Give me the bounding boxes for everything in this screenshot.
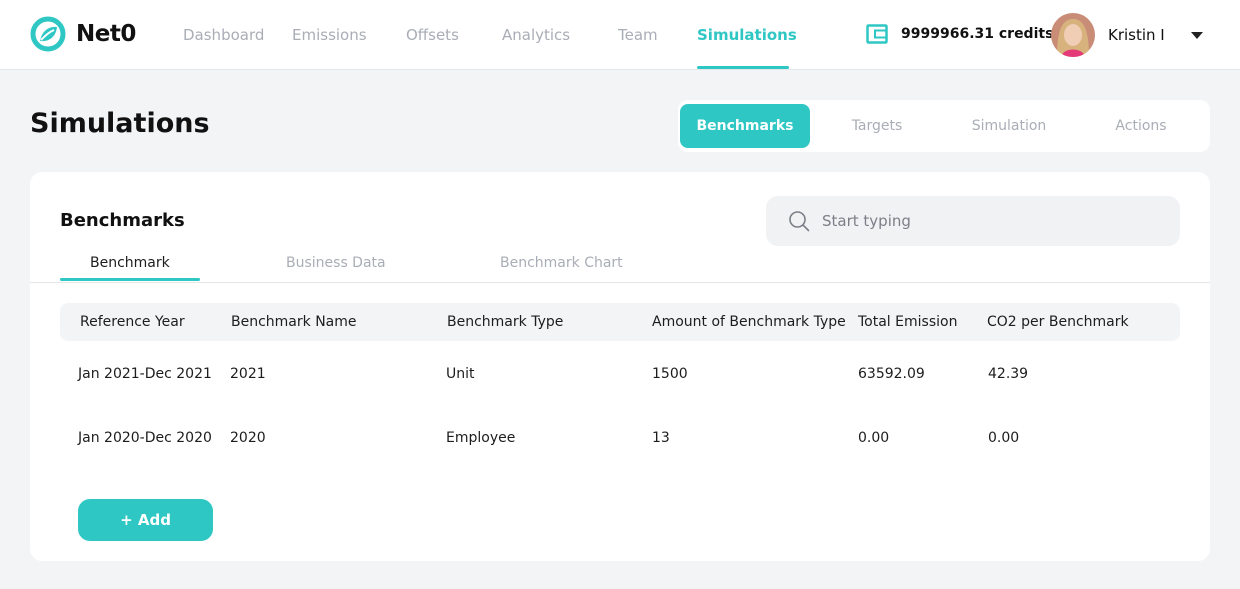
wallet-icon — [866, 24, 888, 44]
brand-name: Net0 — [76, 21, 136, 47]
divider — [30, 282, 1210, 283]
page-title: Simulations — [30, 108, 210, 139]
search-icon — [789, 211, 810, 232]
net0-logo-icon — [30, 16, 66, 52]
top-navbar: Net0 Dashboard Emissions Offsets Analyti… — [0, 0, 1240, 70]
search-input[interactable] — [822, 196, 1162, 246]
logo[interactable]: Net0 — [30, 16, 136, 52]
credits-balance: 9999966.31 credits — [901, 26, 1054, 42]
tab-actions[interactable]: Actions — [1076, 104, 1206, 148]
sub-tab-active-indicator — [60, 278, 200, 281]
cell-benchmark-type: Unit — [446, 366, 475, 382]
tab-simulation[interactable]: Simulation — [944, 104, 1074, 148]
cell-amount: 1500 — [652, 366, 688, 382]
sub-tab-business-data[interactable]: Business Data — [286, 255, 386, 271]
nav-simulations[interactable]: Simulations — [697, 26, 797, 44]
cell-reference-year: Jan 2020-Dec 2020 — [78, 430, 212, 446]
nav-analytics[interactable]: Analytics — [502, 26, 570, 44]
benchmarks-card: Benchmarks Benchmark Business Data Bench… — [30, 172, 1210, 561]
nav-active-indicator — [697, 66, 789, 69]
cell-benchmark-type: Employee — [446, 430, 516, 446]
cell-co2-per-benchmark: 42.39 — [988, 366, 1029, 382]
add-benchmark-button[interactable]: + Add — [78, 499, 213, 541]
nav-emissions[interactable]: Emissions — [292, 26, 367, 44]
search-box[interactable] — [766, 196, 1180, 246]
section-tabs: Benchmarks Targets Simulation Actions — [678, 100, 1210, 152]
table-row[interactable]: Jan 2021-Dec 2021 2021 Unit 1500 63592.0… — [30, 356, 1210, 396]
sub-tab-benchmark-chart[interactable]: Benchmark Chart — [500, 255, 623, 271]
column-header-total-emission[interactable]: Total Emission — [858, 314, 957, 330]
user-name[interactable]: Kristin I — [1108, 26, 1165, 44]
nav-team[interactable]: Team — [618, 26, 658, 44]
cell-benchmark-name: 2020 — [230, 430, 266, 446]
column-header-co2-per-benchmark[interactable]: CO2 per Benchmark — [987, 314, 1129, 330]
caret-down-icon[interactable] — [1191, 32, 1203, 40]
table-header: Reference Year Benchmark Name Benchmark … — [60, 303, 1180, 341]
nav-dashboard[interactable]: Dashboard — [183, 26, 264, 44]
column-header-benchmark-name[interactable]: Benchmark Name — [231, 314, 357, 330]
cell-total-emission: 63592.09 — [858, 366, 925, 382]
column-header-amount[interactable]: Amount of Benchmark Type — [652, 314, 846, 330]
cell-total-emission: 0.00 — [858, 430, 890, 446]
cell-benchmark-name: 2021 — [230, 366, 266, 382]
card-title: Benchmarks — [60, 210, 185, 231]
cell-reference-year: Jan 2021-Dec 2021 — [78, 366, 212, 382]
avatar[interactable] — [1051, 13, 1095, 57]
tab-targets[interactable]: Targets — [812, 104, 942, 148]
column-header-benchmark-type[interactable]: Benchmark Type — [447, 314, 563, 330]
table-row[interactable]: Jan 2020-Dec 2020 2020 Employee 13 0.00 … — [30, 420, 1210, 460]
tab-benchmarks[interactable]: Benchmarks — [680, 104, 810, 148]
user-avatar-image — [1051, 13, 1095, 57]
sub-tab-benchmark[interactable]: Benchmark — [90, 255, 170, 271]
cell-co2-per-benchmark: 0.00 — [988, 430, 1020, 446]
column-header-reference-year[interactable]: Reference Year — [80, 314, 185, 330]
cell-amount: 13 — [652, 430, 670, 446]
nav-offsets[interactable]: Offsets — [406, 26, 459, 44]
